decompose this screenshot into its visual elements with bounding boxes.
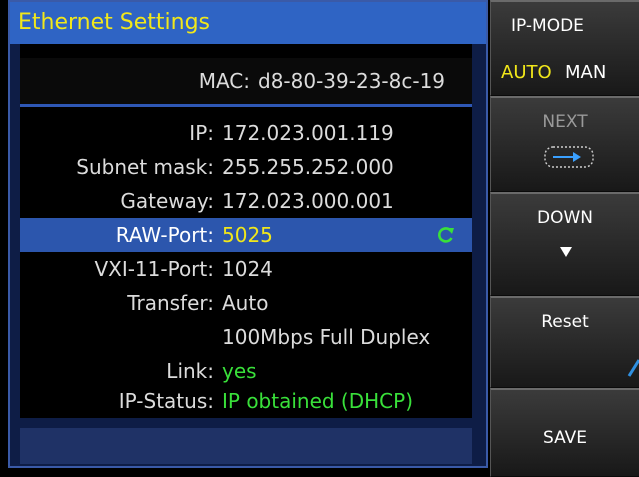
down-label: DOWN [537, 208, 593, 228]
save-label: SAVE [542, 428, 588, 448]
field-value: yes [222, 359, 257, 383]
field-row-link: Link: yes [20, 354, 472, 388]
ip-mode-label: IP-MODE [511, 16, 584, 36]
reset-softkey[interactable]: Reset [490, 296, 639, 388]
field-value: IP obtained (DHCP) [222, 389, 414, 413]
field-row-vxi11-port[interactable]: VXI-11-Port: 1024 [20, 252, 472, 286]
field-label: IP-Status: [118, 389, 214, 413]
next-arrow-icon [544, 146, 594, 168]
status-bar [20, 428, 472, 464]
field-value: 255.255.252.000 [222, 155, 394, 179]
field-label: VXI-11-Port: [94, 257, 214, 281]
mac-row: MAC: d8-80-39-23-8c-19 [20, 58, 472, 104]
refresh-icon [438, 227, 454, 243]
rotary-knob-icon [627, 359, 639, 377]
field-row-ip[interactable]: IP: 172.023.001.119 [20, 116, 472, 150]
settings-list: MAC: d8-80-39-23-8c-19 IP: 172.023.001.1… [20, 44, 472, 418]
field-row-gateway[interactable]: Gateway: 172.023.000.001 [20, 184, 472, 218]
field-value: 5025 [222, 223, 273, 247]
field-row-ip-status: IP-Status: IP obtained (DHCP) [20, 384, 472, 418]
field-value: 172.023.001.119 [222, 121, 394, 145]
reset-label: Reset [541, 312, 589, 332]
next-softkey[interactable]: NEXT [490, 96, 639, 192]
dialog-title: Ethernet Settings [10, 2, 486, 44]
field-row-transfer[interactable]: Transfer: Auto [20, 286, 472, 320]
softkey-menu: IP-MODE AUTO MAN NEXT DOWN Reset SAVE [490, 0, 639, 477]
ip-mode-option-auto[interactable]: AUTO [501, 62, 552, 83]
field-row-transfer-mode: 100Mbps Full Duplex [20, 320, 472, 354]
ip-mode-option-man[interactable]: MAN [565, 62, 606, 83]
field-value: Auto [222, 291, 269, 315]
separator [20, 104, 472, 107]
down-triangle-icon [560, 247, 572, 257]
field-value: 1024 [222, 257, 273, 281]
field-value: 172.023.000.001 [222, 189, 394, 213]
field-label: Link: [166, 359, 214, 383]
field-label: IP: [189, 121, 214, 145]
ip-mode-softkey[interactable]: IP-MODE AUTO MAN [490, 0, 639, 96]
ethernet-settings-dialog: Ethernet Settings MAC: d8-80-39-23-8c-19… [8, 0, 488, 468]
mac-label: MAC: [198, 69, 250, 93]
field-label: Gateway: [120, 189, 214, 213]
field-value: 100Mbps Full Duplex [222, 325, 431, 349]
down-softkey[interactable]: DOWN [490, 192, 639, 296]
mac-value: d8-80-39-23-8c-19 [258, 69, 446, 93]
field-row-subnet-mask[interactable]: Subnet mask: 255.255.252.000 [20, 150, 472, 184]
field-label: RAW-Port: [115, 223, 214, 247]
save-softkey[interactable]: SAVE [490, 388, 639, 477]
field-row-raw-port[interactable]: RAW-Port: 5025 [20, 218, 472, 252]
field-label: Transfer: [127, 291, 214, 315]
field-label: Subnet mask: [76, 155, 214, 179]
next-label: NEXT [542, 112, 588, 132]
